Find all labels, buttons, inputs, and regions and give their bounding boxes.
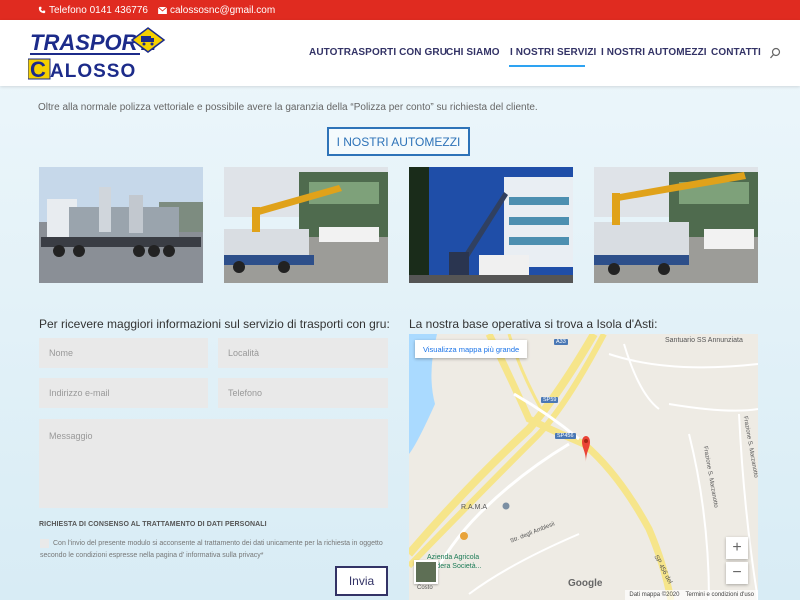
automezzi-button[interactable]: I NOSTRI AUTOMEZZI — [327, 127, 470, 156]
form-title: Per ricevere maggiori informazioni sul s… — [39, 317, 390, 331]
gallery-photo-3[interactable] — [409, 167, 573, 283]
gallery-photo-2[interactable] — [224, 167, 388, 283]
google-logo: Google — [568, 578, 603, 589]
nav-contatti[interactable]: CONTATTI — [711, 47, 761, 58]
road-badge-sp59: SP59 — [541, 397, 559, 403]
nav-servizi[interactable]: I NOSTRI SERVIZI — [510, 47, 596, 58]
topbar-phone[interactable]: Telefono 0141 436776 — [38, 5, 148, 16]
logo-line2: ALOSSO — [50, 61, 136, 82]
nav-active-indicator — [509, 65, 585, 67]
consent-text: Con l'invio del presente modulo si accon… — [40, 540, 383, 559]
messaggio-field[interactable]: Messaggio — [39, 419, 388, 508]
consent-title: RICHIESTA DI CONSENSO AL TRATTAMENTO DI … — [39, 521, 267, 528]
gallery-photo-1[interactable] — [39, 167, 203, 283]
email-text: calossosnc@gmail.com — [169, 4, 276, 16]
envelope-icon — [157, 6, 167, 14]
nav-automezzi[interactable]: I NOSTRI AUTOMEZZI — [601, 47, 707, 58]
view-larger-map-link[interactable]: Visualizza mappa più grande — [415, 340, 528, 358]
map-data-credit: Dati mappa ©2020 — [629, 592, 680, 598]
submit-button[interactable]: Invia — [335, 566, 388, 596]
nome-field[interactable]: Nome — [39, 338, 208, 368]
main-nav: AUTOTRASPORTI CON GRU CHI SIAMO I NOSTRI… — [0, 47, 800, 67]
site-header: TRASPORTI C ALOSSO AUTOTRASPORTI CON GRU… — [0, 20, 800, 86]
map-label-costo: Costo — [417, 585, 433, 591]
nav-autotrasporti[interactable]: AUTOTRASPORTI CON GRU — [309, 47, 447, 58]
road-badge-a33: A33 — [554, 339, 568, 345]
email-field[interactable]: Indirizzo e-mail — [39, 378, 208, 408]
map-footer: Dati mappa ©2020 Termini e condizioni d'… — [625, 590, 758, 600]
search-button[interactable] — [769, 47, 781, 61]
road-badge-sp456: SP456 — [555, 433, 576, 439]
search-icon — [770, 47, 781, 59]
map-terms-link[interactable]: Termini e condizioni d'uso — [685, 592, 754, 598]
map-label-santuario: Santuario SS Annunziata — [665, 337, 743, 344]
telefono-field[interactable]: Telefono — [218, 378, 388, 408]
map-satellite-thumb[interactable] — [414, 560, 438, 584]
intro-text: Oltre alla normale polizza vettoriale e … — [38, 102, 538, 113]
zoom-out-button[interactable]: − — [726, 562, 748, 584]
gallery-photo-4[interactable] — [594, 167, 758, 283]
nav-chi-siamo[interactable]: CHI SIAMO — [446, 47, 500, 58]
topbar-email[interactable]: calossosnc@gmail.com — [157, 4, 276, 16]
map-label-rama: R.A.M.A — [461, 504, 488, 511]
map-title: La nostra base operativa si trova a Isol… — [409, 317, 658, 331]
phone-text: Telefono 0141 436776 — [49, 4, 148, 16]
google-map[interactable]: Visualizza mappa più grande Santuario SS… — [409, 334, 758, 600]
phone-icon — [38, 6, 46, 14]
top-bar: Telefono 0141 436776 calossosnc@gmail.co… — [0, 0, 800, 20]
localita-field[interactable]: Località — [218, 338, 388, 368]
zoom-in-button[interactable]: + — [726, 537, 748, 559]
